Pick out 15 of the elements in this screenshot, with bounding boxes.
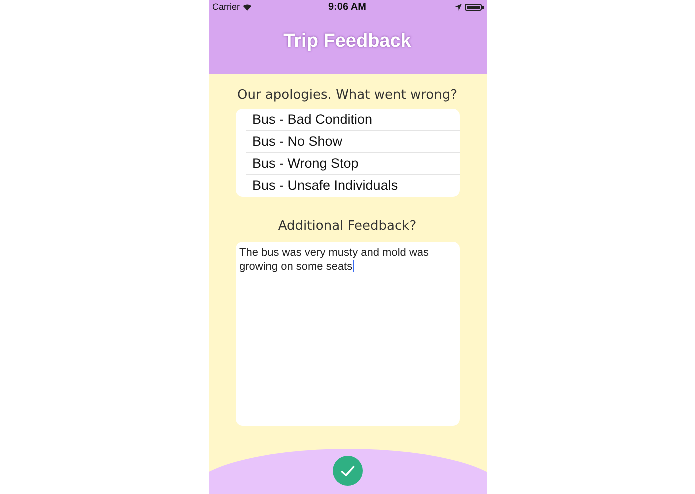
question-label: Our apologies. What went wrong? (237, 88, 458, 103)
option-item[interactable]: Bus - Wrong Stop (246, 153, 460, 175)
screen-title: Trip Feedback (282, 30, 412, 54)
option-item[interactable]: Bus - Bad Condition (246, 109, 460, 131)
text-cursor (352, 260, 354, 272)
option-item[interactable]: Bus - Unsafe Individuals (246, 175, 460, 197)
status-time: 9:06 AM (328, 2, 366, 12)
option-item[interactable]: Bus - No Show (246, 131, 460, 153)
feedback-label: Additional Feedback? (278, 219, 417, 234)
carrier-label: Carrier (212, 2, 240, 12)
feedback-field[interactable]: The bus was very musty and mold was growing on some seats (236, 242, 460, 426)
wifi-icon (243, 4, 252, 10)
battery-icon (465, 4, 482, 10)
submit-button[interactable] (332, 456, 362, 486)
location-arrow-icon (455, 4, 462, 10)
